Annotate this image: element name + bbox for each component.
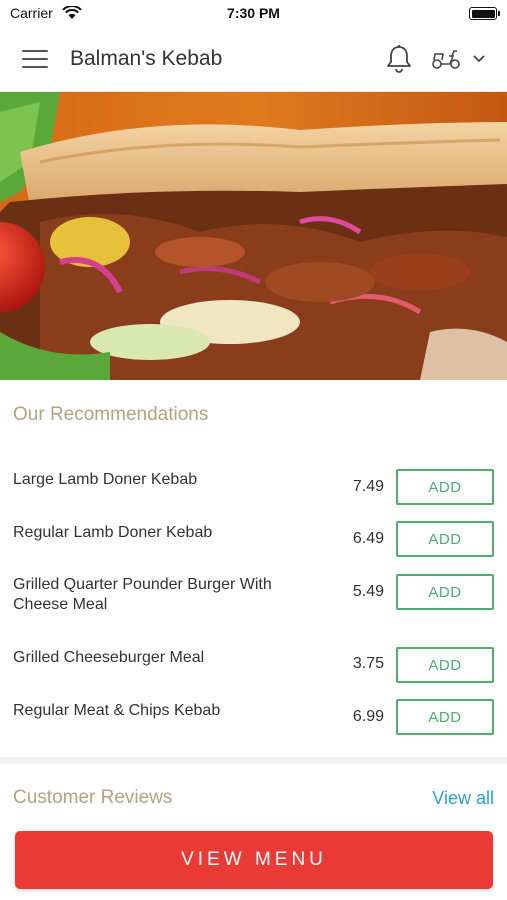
bell-icon[interactable] [385, 44, 413, 74]
reviews-title: Customer Reviews [13, 787, 173, 808]
add-button[interactable]: ADD [396, 647, 494, 683]
hero-food-image [0, 92, 507, 380]
app-header: Balman's Kebab [0, 28, 507, 92]
section-divider [0, 757, 507, 764]
item-price: 6.49 [352, 530, 384, 547]
app-title: Balman's Kebab [70, 47, 223, 70]
item-price: 7.49 [352, 478, 384, 495]
item-name: Large Lamb Doner Kebab [13, 471, 198, 488]
item-price: 5.49 [352, 583, 384, 600]
scooter-icon[interactable] [430, 47, 462, 71]
add-button[interactable]: ADD [396, 574, 494, 610]
item-name: Grilled Cheeseburger Meal [13, 649, 205, 666]
item-name: Grilled Quarter Pounder Burger With Chee… [13, 576, 272, 613]
view-all-link[interactable]: View all [432, 788, 494, 809]
item-name: Regular Meat & Chips Kebab [13, 702, 221, 719]
item-price: 6.99 [352, 708, 384, 725]
battery-icon [469, 7, 500, 20]
item-name: Regular Lamb Doner Kebab [13, 524, 213, 541]
recommendations-title: Our Recommendations [13, 404, 209, 425]
item-price: 3.75 [352, 655, 384, 672]
add-button[interactable]: ADD [396, 699, 494, 735]
status-bar: Carrier 7:30 PM [0, 0, 507, 28]
status-time: 7:30 PM [227, 5, 280, 21]
chevron-down-icon[interactable] [472, 54, 486, 64]
add-button[interactable]: ADD [396, 521, 494, 557]
menu-icon[interactable] [22, 50, 48, 70]
add-button[interactable]: ADD [396, 469, 494, 505]
view-menu-button[interactable]: VIEW MENU [15, 831, 493, 889]
